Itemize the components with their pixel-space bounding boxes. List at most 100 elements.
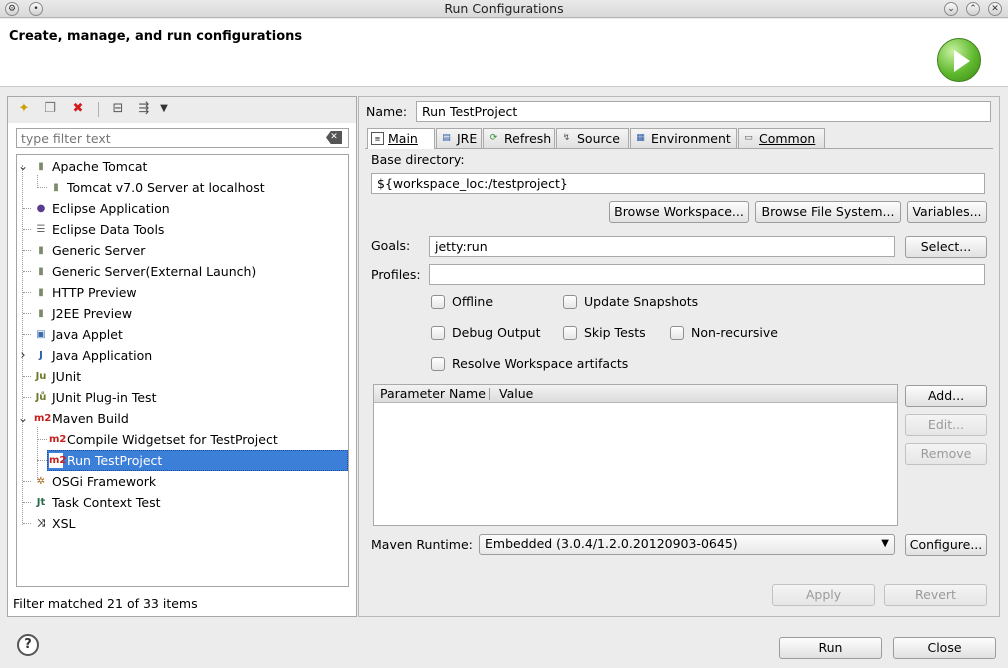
tree-item[interactable]: ☰ Eclipse Data Tools [17, 219, 348, 240]
tree-item-label: Java Applet [52, 327, 123, 342]
parameters-table[interactable]: Parameter Name Value [373, 384, 898, 526]
resolve-workspace-checkbox[interactable] [431, 357, 445, 371]
window-title: Run Configurations [444, 1, 564, 16]
junit-plugin-icon: Jů [35, 392, 47, 403]
tree-guide-line [23, 502, 31, 503]
column-header-value[interactable]: Value [499, 385, 533, 403]
offline-checkbox[interactable] [431, 295, 445, 309]
collapse-twisty-icon[interactable]: ⌄ [17, 408, 29, 429]
tab-divider [365, 148, 993, 149]
tree-guide-line [23, 334, 31, 335]
variables-button[interactable]: Variables... [907, 201, 987, 223]
edit-parameter-button[interactable]: Edit... [905, 414, 987, 436]
tree-item-label: Apache Tomcat [52, 159, 148, 174]
non-recursive-checkbox[interactable] [670, 326, 684, 340]
profiles-field[interactable] [429, 264, 985, 285]
select-goals-button[interactable]: Select... [905, 236, 987, 258]
osgi-icon: ✲ [36, 476, 46, 487]
tree-item[interactable]: ✲ OSGi Framework [17, 471, 348, 492]
tree-item[interactable]: ⤨ XSL [17, 513, 348, 534]
tree-item-label: Eclipse Application [52, 201, 170, 216]
tree-item[interactable]: ▮ J2EE Preview [17, 303, 348, 324]
maven-icon: m2 [34, 413, 52, 424]
title-bar: ⚙ • Run Configurations ⌄ ⌃ ✕ [0, 0, 1008, 18]
filter-icon[interactable]: ⇶ [136, 101, 152, 117]
server-icon: ▮ [38, 266, 44, 277]
help-icon[interactable]: ? [17, 634, 39, 656]
expand-twisty-icon[interactable]: › [17, 345, 29, 366]
tree-item[interactable]: ⌄ m2 Maven Build [17, 408, 348, 429]
duplicate-icon[interactable]: ❐ [42, 101, 58, 117]
run-large-icon [937, 38, 981, 82]
tab-common-label: Common [759, 131, 816, 146]
maven-icon: m2 [49, 434, 67, 445]
tab-environment[interactable]: ▦ Environment [630, 128, 737, 148]
minimize-icon[interactable]: ⌄ [944, 2, 958, 16]
apply-button[interactable]: Apply [772, 584, 875, 606]
update-snapshots-label: Update Snapshots [584, 294, 699, 309]
close-window-icon[interactable]: ✕ [988, 2, 1002, 16]
skip-tests-checkbox[interactable] [563, 326, 577, 340]
tree-item-label: Compile Widgetset for TestProject [67, 432, 278, 447]
offline-label: Offline [452, 294, 494, 309]
chevron-down-icon[interactable]: ▼ [156, 101, 172, 117]
maven-icon: m2 [49, 453, 67, 468]
tree-item[interactable]: Jů JUnit Plug-in Test [17, 387, 348, 408]
column-header-parameter-name[interactable]: Parameter Name [380, 385, 486, 403]
tree-item-label: Task Context Test [52, 495, 161, 510]
configure-runtime-button[interactable]: Configure... [905, 534, 987, 556]
add-parameter-button[interactable]: Add... [905, 385, 987, 407]
collapse-all-icon[interactable]: ⊟ [110, 101, 126, 117]
browse-file-system-button[interactable]: Browse File System... [755, 201, 901, 223]
base-directory-field[interactable]: ${workspace_loc:/testproject} [371, 173, 985, 194]
delete-icon[interactable]: ✖ [70, 101, 86, 117]
tree-item[interactable]: ▮ HTTP Preview [17, 282, 348, 303]
tree-item[interactable]: › J Java Application [17, 345, 348, 366]
update-snapshots-checkbox[interactable] [563, 295, 577, 309]
close-button[interactable]: Close [893, 637, 996, 659]
maximize-icon[interactable]: ⌃ [966, 2, 980, 16]
tree-item[interactable]: ▮ Tomcat v7.0 Server at localhost [17, 177, 348, 198]
tree-item-label: JUnit Plug-in Test [52, 390, 157, 405]
maven-runtime-value: Embedded (3.0.4/1.2.0.20120903-0645) [485, 536, 738, 551]
filter-input[interactable] [16, 128, 349, 148]
tree-item[interactable]: ▣ Java Applet [17, 324, 348, 345]
tree-item-label: XSL [52, 516, 76, 531]
maven-runtime-select[interactable]: Embedded (3.0.4/1.2.0.20120903-0645) ▼ [479, 534, 895, 555]
maven-runtime-label: Maven Runtime: [371, 537, 473, 552]
tree-item[interactable]: ▮ Generic Server(External Launch) [17, 261, 348, 282]
tree-item[interactable]: m2 Run TestProject [17, 450, 348, 471]
database-icon: ☰ [36, 224, 46, 235]
profiles-label: Profiles: [371, 267, 421, 282]
tree-item[interactable]: m2 Compile Widgetset for TestProject [17, 429, 348, 450]
run-button[interactable]: Run [779, 637, 882, 659]
tree-item-label: Java Application [52, 348, 153, 363]
tree-guide-line [37, 460, 47, 461]
collapse-twisty-icon[interactable]: ⌄ [17, 156, 29, 177]
tab-main[interactable]: ≡ Main [367, 128, 435, 149]
new-configuration-icon[interactable]: ✦ [16, 101, 32, 117]
tree-item[interactable]: Ju JUnit [17, 366, 348, 387]
remove-parameter-button[interactable]: Remove [905, 443, 987, 465]
tab-jre[interactable]: ▤ JRE [436, 128, 482, 148]
tab-refresh[interactable]: ⟳ Refresh [483, 128, 555, 148]
tree-item[interactable]: ● Eclipse Application [17, 198, 348, 219]
eclipse-icon: ● [36, 203, 46, 214]
tab-source[interactable]: ↯ Source [556, 128, 629, 148]
tree-item-label: HTTP Preview [52, 285, 137, 300]
tree-item-label: Run TestProject [67, 453, 163, 468]
tree-item[interactable]: ▮ Generic Server [17, 240, 348, 261]
refresh-tab-icon: ⟳ [489, 133, 498, 143]
configuration-editor: Name: Run TestProject ≡ Main ▤ JRE ⟳ Ref… [358, 96, 1000, 617]
name-field[interactable]: Run TestProject [416, 101, 991, 122]
browse-workspace-button[interactable]: Browse Workspace... [609, 201, 749, 223]
tree-item[interactable]: Jt Task Context Test [17, 492, 348, 513]
tree-item-label: J2EE Preview [52, 306, 133, 321]
tree-item-label: Tomcat v7.0 Server at localhost [67, 180, 265, 195]
goals-field[interactable]: jetty:run [429, 236, 895, 257]
tree-item[interactable]: ⌄ ▮ Apache Tomcat [17, 156, 348, 177]
revert-button[interactable]: Revert [884, 584, 987, 606]
tree-guide-line [23, 250, 31, 251]
debug-output-checkbox[interactable] [431, 326, 445, 340]
tab-common[interactable]: ▭ Common [738, 128, 825, 148]
